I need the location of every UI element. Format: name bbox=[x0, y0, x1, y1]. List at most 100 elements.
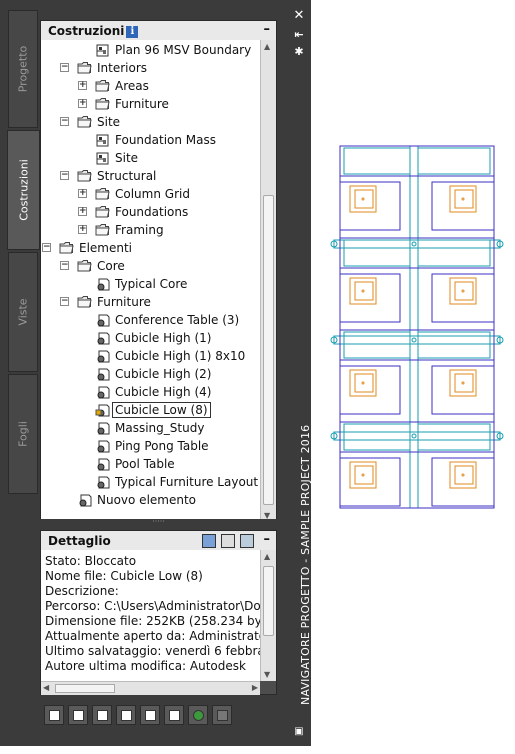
panel-splitter[interactable]: ····· bbox=[40, 518, 277, 526]
detail-horizontal-scrollbar[interactable]: ◀ ▶ bbox=[41, 681, 260, 695]
element-icon bbox=[95, 385, 110, 399]
tab-fogli[interactable]: Fogli bbox=[8, 374, 38, 494]
tree-item[interactable]: Cubicle High (4) bbox=[41, 383, 260, 401]
project-navigator-palette: Progetto Costruzioni Viste Fogli ✕ ⇤ ✱ N… bbox=[0, 0, 312, 746]
tree-item[interactable]: − Site bbox=[41, 113, 260, 131]
detail-panel-header: Dettaglio – bbox=[41, 531, 276, 551]
palette-title-bar[interactable]: ✕ ⇤ ✱ NAVIGATORE PROGETTO - SAMPLE PROJE… bbox=[288, 0, 312, 746]
open-icon[interactable] bbox=[140, 705, 160, 725]
minimize-icon[interactable]: – bbox=[264, 22, 271, 37]
tab-costruzioni[interactable]: Costruzioni bbox=[7, 130, 40, 250]
expand-icon[interactable]: + bbox=[78, 225, 87, 234]
element-icon bbox=[95, 313, 110, 327]
collapse-icon[interactable]: − bbox=[60, 117, 69, 126]
tree-item[interactable]: Massing_Study bbox=[41, 419, 260, 437]
scroll-down-icon[interactable]: ▼ bbox=[264, 670, 270, 679]
tree-item[interactable]: Site bbox=[41, 149, 260, 167]
element-icon bbox=[95, 277, 110, 291]
tree-item-label: Pool Table bbox=[115, 457, 175, 471]
folder-icon bbox=[59, 241, 74, 255]
constructs-tree[interactable]: Plan 96 MSV Boundary − Interiors + Areas + Fur… bbox=[41, 40, 260, 522]
expand-icon[interactable]: + bbox=[78, 99, 87, 108]
tree-item[interactable]: − Furniture bbox=[41, 293, 260, 311]
tree-item[interactable]: Cubicle Low (8) bbox=[41, 401, 260, 419]
collapse-icon[interactable]: − bbox=[60, 171, 69, 180]
tree-item[interactable]: Nuovo elemento bbox=[41, 491, 260, 509]
add-element-icon[interactable] bbox=[92, 705, 112, 725]
element-icon bbox=[95, 439, 110, 453]
expand-icon[interactable]: + bbox=[78, 81, 87, 90]
tree-item[interactable]: + Areas bbox=[41, 77, 260, 95]
element-icon bbox=[95, 457, 110, 471]
collapse-icon[interactable]: − bbox=[60, 297, 69, 306]
tree-item[interactable]: Cubicle High (2) bbox=[41, 365, 260, 383]
add-category-icon[interactable] bbox=[44, 705, 64, 725]
tree-item-label: Site bbox=[115, 151, 139, 165]
detail-panel: Dettaglio – Stato: Bloccato Nome file: Cu… bbox=[40, 530, 277, 695]
tree-item[interactable]: Ping Pong Table bbox=[41, 437, 260, 455]
scroll-left-icon[interactable]: ◀ bbox=[43, 683, 49, 692]
tree-item[interactable]: Cubicle High (1) bbox=[41, 329, 260, 347]
tree-item[interactable]: + Foundations bbox=[41, 203, 260, 221]
tree-item[interactable]: Typical Furniture Layout bbox=[41, 473, 260, 491]
tree-item[interactable]: + Column Grid bbox=[41, 185, 260, 203]
scrollbar-thumb[interactable] bbox=[55, 684, 115, 693]
tree-item-label: Cubicle High (2) bbox=[115, 367, 212, 381]
tree-item-label: Cubicle Low (8) bbox=[112, 402, 211, 418]
add-construct-icon[interactable] bbox=[68, 705, 88, 725]
detail-line: Ultimo salvataggio: venerdì 6 febbraio 2… bbox=[45, 644, 260, 658]
tree-item-label: Conference Table (3) bbox=[115, 313, 240, 327]
scroll-up-icon[interactable]: ▲ bbox=[264, 552, 270, 561]
tree-item-label: Nuovo elemento bbox=[97, 493, 197, 507]
navigator-toolbar bbox=[40, 703, 240, 727]
scrollbar-thumb[interactable] bbox=[263, 195, 274, 505]
detail-vertical-scrollbar[interactable]: ▲ ▼ bbox=[260, 550, 276, 681]
tree-item-label: Column Grid bbox=[115, 187, 190, 201]
tree-item-label: Cubicle High (1) bbox=[115, 331, 212, 345]
tree-item[interactable]: − Elementi bbox=[41, 239, 260, 257]
repath-icon[interactable] bbox=[164, 705, 184, 725]
refresh-icon[interactable] bbox=[188, 705, 208, 725]
scroll-right-icon[interactable]: ▶ bbox=[252, 683, 258, 692]
tree-item-label: Interiors bbox=[97, 61, 148, 75]
expand-icon[interactable]: + bbox=[78, 207, 87, 216]
copy-icon[interactable] bbox=[116, 705, 136, 725]
tree-item[interactable]: − Interiors bbox=[41, 59, 260, 77]
close-icon[interactable]: ✕ bbox=[292, 9, 306, 22]
scroll-up-icon[interactable]: ▲ bbox=[264, 42, 270, 51]
tree-item[interactable]: Foundation Mass bbox=[41, 131, 260, 149]
preview-icon[interactable] bbox=[201, 534, 216, 548]
tree-item[interactable]: + Framing bbox=[41, 221, 260, 239]
collapse-icon[interactable]: − bbox=[42, 243, 51, 252]
tree-item[interactable]: − Structural bbox=[41, 167, 260, 185]
expand-icon[interactable]: + bbox=[78, 189, 87, 198]
tree-item[interactable]: Conference Table (3) bbox=[41, 311, 260, 329]
folder-icon bbox=[77, 295, 92, 309]
tree-item[interactable]: − Core bbox=[41, 257, 260, 275]
auto-hide-icon[interactable]: ⇤ bbox=[292, 29, 306, 41]
collapse-icon[interactable]: − bbox=[60, 261, 69, 270]
properties-icon[interactable]: ✱ bbox=[292, 46, 306, 58]
tree-item[interactable]: Pool Table bbox=[41, 455, 260, 473]
info-icon[interactable]: i bbox=[126, 26, 139, 38]
tab-progetto[interactable]: Progetto bbox=[8, 10, 38, 128]
construct-icon bbox=[95, 43, 110, 57]
vertical-scrollbar[interactable]: ▲ ▼ bbox=[260, 40, 276, 522]
tree-item[interactable]: + Furniture bbox=[41, 95, 260, 113]
tree-item[interactable]: Typical Core bbox=[41, 275, 260, 293]
minimize-icon[interactable]: – bbox=[264, 532, 271, 547]
tree-item-label: Foundations bbox=[115, 205, 189, 219]
panel-title: Costruzioni bbox=[48, 24, 125, 38]
tab-viste[interactable]: Viste bbox=[8, 252, 38, 372]
folder-icon bbox=[95, 223, 110, 237]
collapse-icon[interactable]: − bbox=[60, 63, 69, 72]
close-icon[interactable] bbox=[212, 705, 232, 725]
tree-item[interactable]: Plan 96 MSV Boundary bbox=[41, 41, 260, 59]
scrollbar-thumb[interactable] bbox=[263, 566, 274, 636]
tree-item[interactable]: Cubicle High (1) 8x10 bbox=[41, 347, 260, 365]
folder-icon bbox=[95, 205, 110, 219]
constructs-panel-header: Costruzioni i – bbox=[41, 21, 276, 41]
thumbnail-icon[interactable] bbox=[240, 534, 254, 548]
detail-icon[interactable] bbox=[220, 534, 235, 548]
element-icon bbox=[95, 475, 110, 489]
